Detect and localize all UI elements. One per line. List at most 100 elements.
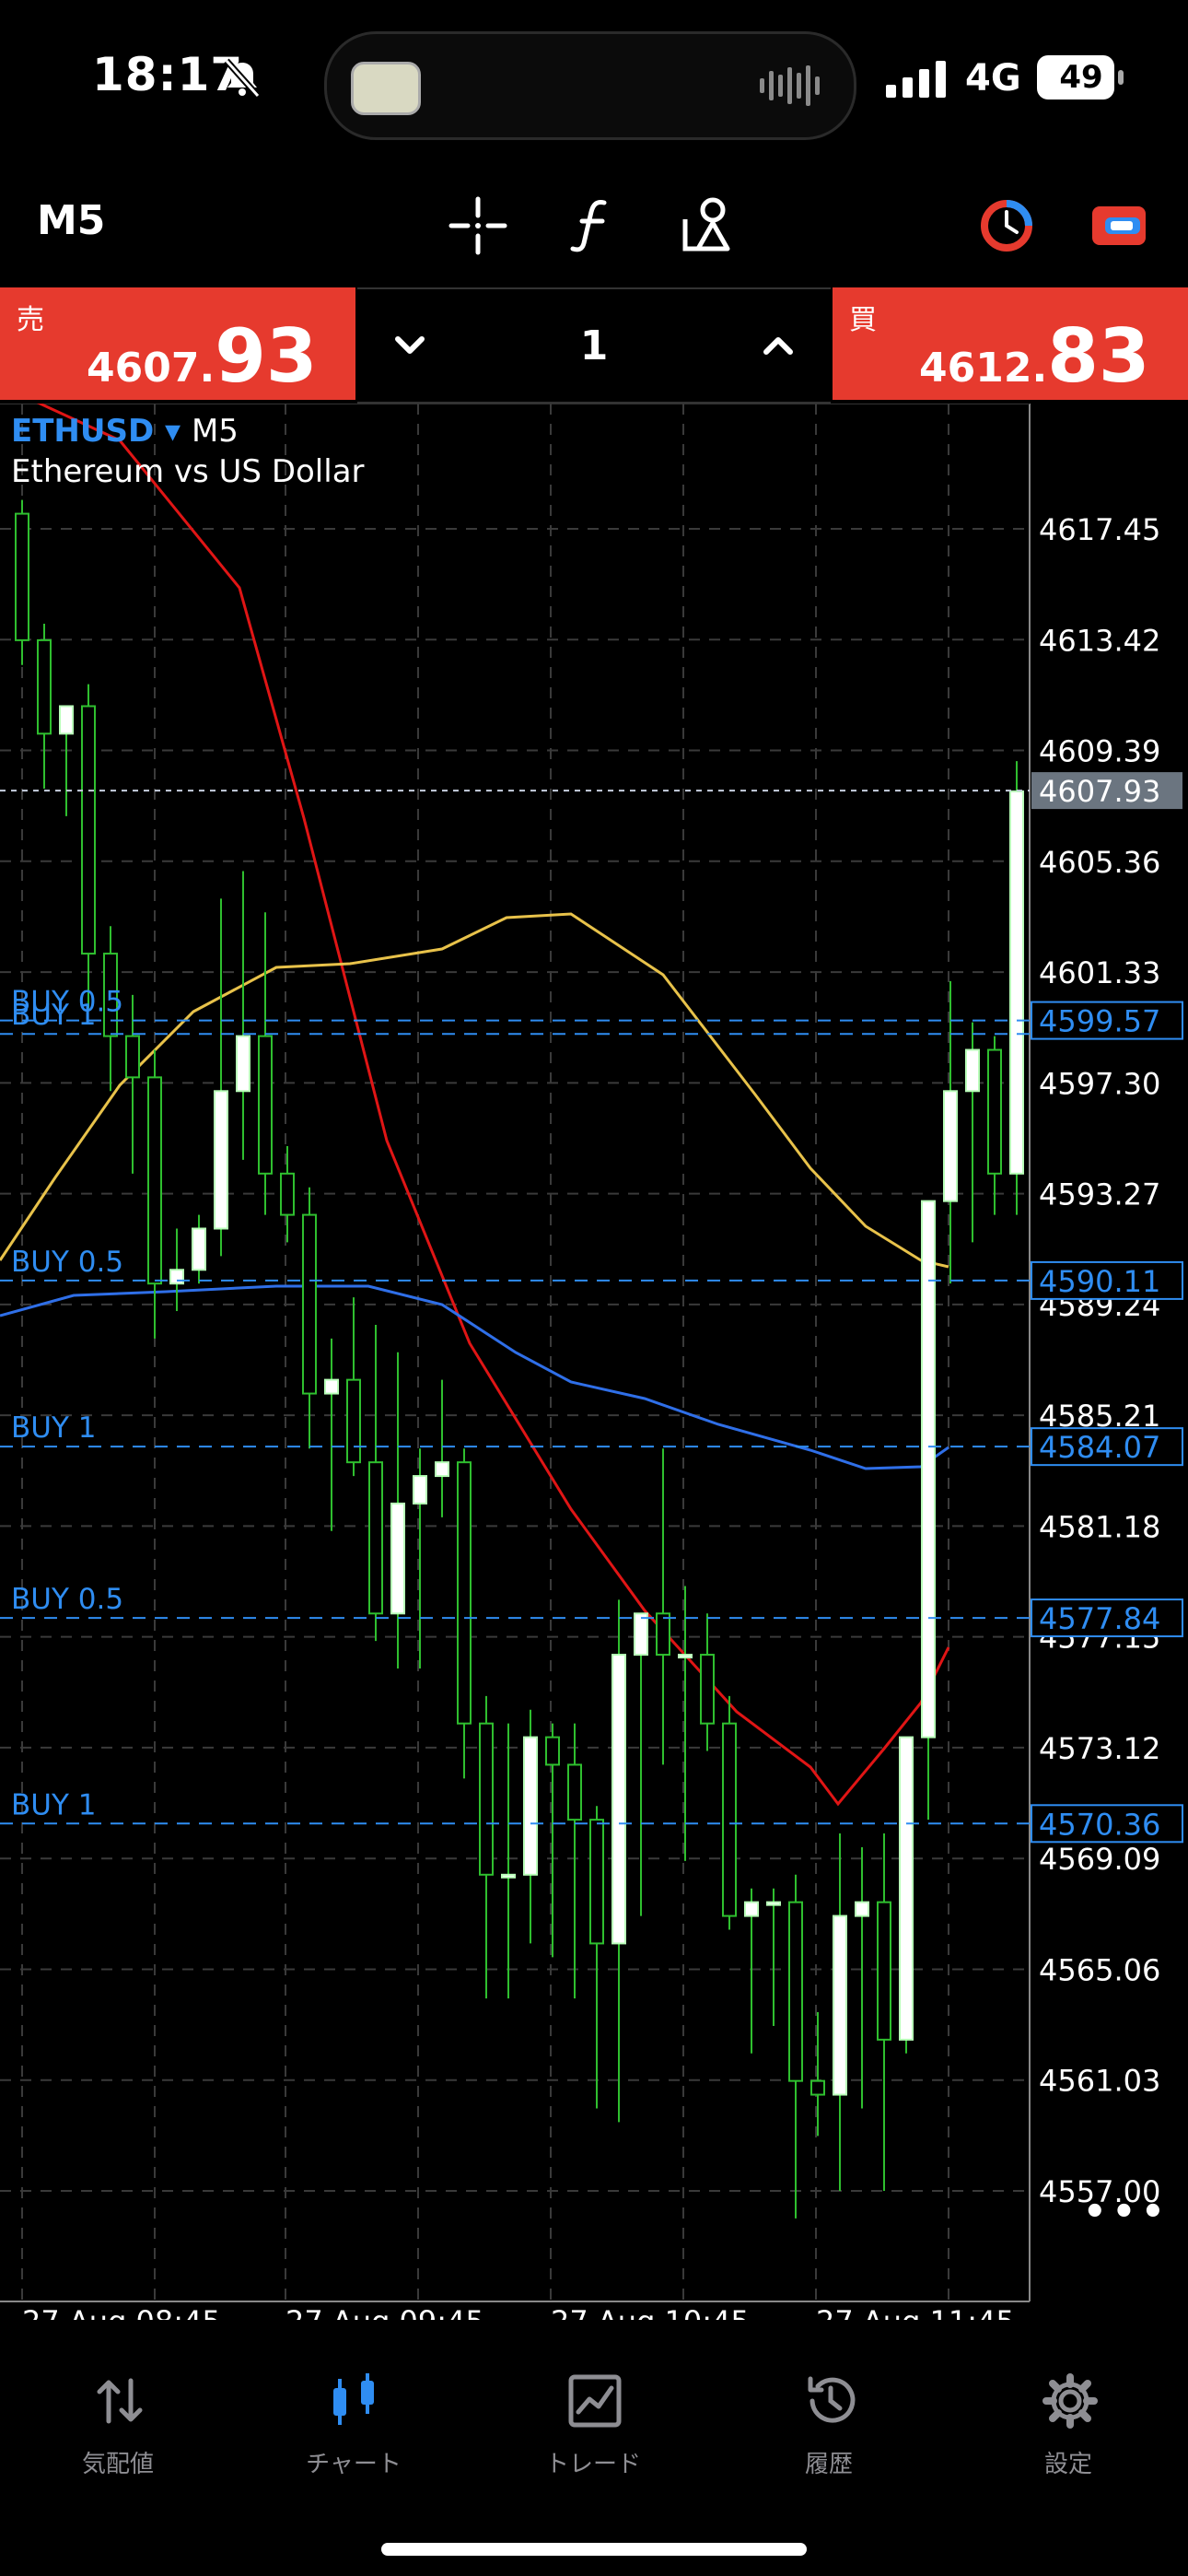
moving-average-mid	[0, 912, 949, 1269]
candle-body	[656, 1612, 670, 1657]
quotes-icon	[97, 2378, 143, 2424]
cellular-signal-icon	[886, 61, 946, 98]
candle-body	[744, 1901, 759, 1917]
candle-body	[678, 1654, 693, 1659]
candle-body	[125, 1035, 140, 1079]
price-chart[interactable]: 4617.45 4613.42 4609.39 4605.36 4601.33 4597.…	[0, 404, 1188, 2320]
order-label: BUY 1	[11, 1788, 96, 1821]
price-axis-label: 4609.39	[1039, 734, 1160, 769]
dynamic-island[interactable]	[324, 31, 856, 140]
current-price-label: 4607.93	[1039, 774, 1160, 809]
candle-body	[413, 1475, 427, 1505]
price-axis-label: 4597.30	[1039, 1066, 1160, 1101]
order-label: BUY 1	[11, 1411, 96, 1445]
order-price-label: 4590.11	[1039, 1264, 1160, 1299]
candle-body	[899, 1736, 914, 2041]
chart-clock-icon[interactable]	[974, 193, 1039, 258]
chart-canvas[interactable]: 4617.45 4613.42 4609.39 4605.36 4601.33 4597.…	[0, 404, 1188, 2320]
candle-body	[611, 1654, 626, 1945]
moving-average-slow	[0, 1284, 949, 1470]
candle-body	[722, 1722, 737, 1917]
candle-body	[766, 1901, 781, 1906]
nav-settings[interactable]: 設定	[976, 2359, 1160, 2488]
candle-body	[81, 705, 96, 955]
order-price-label: 4570.36	[1039, 1807, 1160, 1842]
crosshair-icon[interactable]	[446, 193, 510, 258]
price-axis-label: 4613.42	[1039, 623, 1160, 658]
candle-body	[855, 1901, 869, 1917]
status-bar: 18:17 4G 49	[0, 0, 1188, 166]
objects-icon[interactable]	[676, 193, 740, 258]
candle-body	[457, 1461, 472, 1725]
bottom-nav: 気配値 チャート トレード 履歴 設定	[0, 2359, 1188, 2488]
candle-body	[280, 1172, 295, 1216]
chart-description: Ethereum vs US Dollar	[11, 453, 365, 490]
candle-body	[479, 1722, 494, 1876]
order-price-label: 4584.07	[1039, 1430, 1160, 1465]
order-price-label: 4599.57	[1039, 1004, 1160, 1039]
network-type: 4G	[965, 57, 1021, 100]
candle-body	[302, 1213, 317, 1395]
candle-body	[346, 1378, 361, 1464]
candle-body	[634, 1612, 648, 1657]
nav-quotes[interactable]: 気配値	[26, 2359, 210, 2488]
order-label: BUY 0.5	[11, 1583, 123, 1616]
chart-symbol[interactable]: ETHUSD ▾ M5	[11, 413, 239, 450]
price-axis-label: 4569.09	[1039, 1842, 1160, 1877]
nav-history[interactable]: 履歴	[737, 2359, 921, 2488]
buy-label: 買	[849, 304, 877, 336]
candle-body	[37, 638, 52, 735]
candle-body	[147, 1076, 162, 1285]
audio-wave-icon	[760, 65, 820, 106]
candle-body	[368, 1461, 383, 1615]
sell-button[interactable]: 売 4607.93	[0, 287, 355, 400]
home-indicator	[381, 2543, 807, 2556]
candle-body	[390, 1502, 405, 1615]
candle-body	[192, 1227, 206, 1271]
time-axis-label: 27 Aug 11:45	[816, 2304, 1015, 2320]
timeframe-button[interactable]: M5	[37, 197, 105, 244]
nav-trade[interactable]: トレード	[501, 2359, 685, 2488]
candle-body	[15, 512, 29, 641]
volume-increase-icon[interactable]	[755, 322, 801, 369]
candle-body	[435, 1461, 449, 1478]
order-price-label: 4577.84	[1039, 1601, 1160, 1636]
time-axis-label: 27 Aug 08:45	[22, 2304, 221, 2320]
history-icon	[808, 2376, 856, 2423]
time-axis-label: 27 Aug 10:45	[551, 2304, 750, 2320]
candle-body	[833, 1914, 847, 2096]
volume-control: 1	[357, 287, 831, 404]
candle-body	[987, 1048, 1002, 1175]
candle-body	[324, 1378, 339, 1395]
candle-body	[567, 1763, 582, 1821]
candle-body	[877, 1901, 891, 2041]
candle-body	[214, 1090, 228, 1230]
settings-icon	[1042, 2373, 1098, 2429]
nav-chart[interactable]: チャート	[262, 2359, 446, 2488]
account-switch-icon[interactable]	[1087, 193, 1151, 258]
now-playing-thumbnail	[351, 62, 421, 115]
battery-icon: 49	[1037, 55, 1125, 100]
moving-average-fast	[36, 404, 950, 1807]
candle-body	[1009, 790, 1024, 1175]
order-label: BUY 0.5	[11, 1246, 123, 1279]
price-axis-label: 4605.36	[1039, 845, 1160, 880]
candle-body	[700, 1654, 715, 1725]
candle-body	[943, 1090, 958, 1202]
one-click-trading-bar: 売 4607.93 1 買 4612.83	[0, 287, 1188, 404]
price-axis-label: 4561.03	[1039, 2064, 1160, 2099]
function-icon[interactable]	[562, 193, 626, 258]
candle-body	[965, 1048, 980, 1093]
candle-body	[921, 1200, 936, 1739]
price-axis-label: 4573.12	[1039, 1731, 1160, 1766]
more-icon[interactable]: •••	[1083, 2191, 1171, 2233]
order-label: BUY 1	[11, 999, 96, 1032]
candle-body	[501, 1873, 516, 1879]
battery-level: 49	[1059, 59, 1103, 96]
price-axis-label: 4617.45	[1039, 512, 1160, 547]
buy-button[interactable]: 買 4612.83	[833, 287, 1188, 400]
price-axis-label: 4581.18	[1039, 1509, 1160, 1544]
chart-icon	[333, 2373, 374, 2425]
candle-body	[788, 1901, 803, 2082]
buy-price: 4612.83	[919, 313, 1150, 399]
